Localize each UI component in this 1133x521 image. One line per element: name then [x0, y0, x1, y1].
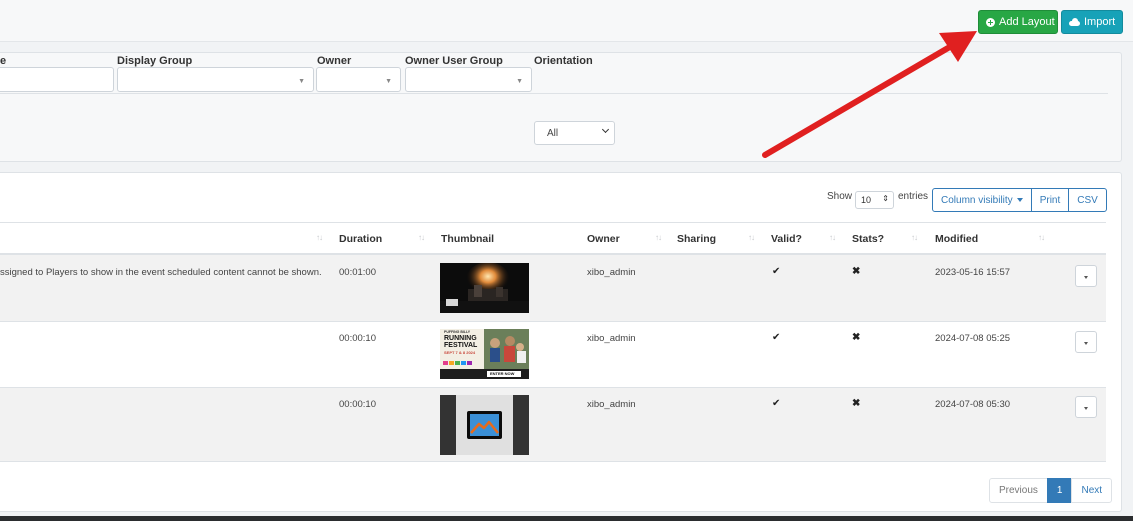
modified-cell: 2024-07-08 05:30	[935, 399, 1011, 410]
orientation-label: Orientation	[534, 55, 593, 67]
owner-cell: xibo_admin	[587, 333, 636, 344]
display-group-label: Display Group	[117, 55, 193, 67]
column-valid[interactable]: Valid?	[771, 233, 802, 245]
plus-circle-icon	[986, 17, 995, 27]
csv-button[interactable]: CSV	[1068, 188, 1107, 212]
entries-label: entries	[898, 191, 929, 202]
name-filter-input[interactable]	[0, 67, 114, 92]
name-filter-label: e	[0, 55, 7, 67]
owner-user-group-select[interactable]: ▼	[405, 67, 532, 92]
stats-cross-icon: ✖	[852, 332, 861, 343]
sort-icon[interactable]: ↑↓	[829, 233, 836, 242]
table-buttons: Column visibility Print CSV	[932, 188, 1107, 212]
table-header: ↑↓ Duration ↑↓ Thumbnail Owner ↑↓ Sharin…	[0, 222, 1106, 255]
valid-check-icon: ✔	[772, 266, 781, 277]
caret-down-icon: ▼	[385, 78, 392, 85]
duration-cell: 00:01:00	[339, 267, 376, 278]
add-layout-button[interactable]: Add Layout	[978, 10, 1058, 34]
duration-cell: 00:00:10	[339, 333, 376, 344]
table-row[interactable]: 00:00:10 PUFFING BILLY RUNNING FESTIVAL …	[0, 322, 1106, 388]
display-group-select[interactable]: ▼	[117, 67, 314, 92]
poster-text-running: RUNNING	[444, 335, 477, 342]
updown-icon: ⇕	[882, 194, 889, 203]
sort-icon[interactable]: ↑↓	[418, 233, 425, 242]
sort-icon[interactable]: ↑↓	[1038, 233, 1045, 242]
print-label: Print	[1039, 194, 1061, 206]
column-stats[interactable]: Stats?	[852, 233, 884, 245]
table-row[interactable]: ssigned to Players to show in the event …	[0, 255, 1106, 322]
page-length-select[interactable]: 10 ⇕	[855, 191, 894, 209]
sort-icon[interactable]: ↑↓	[911, 233, 918, 242]
pagination-next[interactable]: Next	[1071, 478, 1113, 503]
table-row[interactable]: 00:00:10 xibo_admin ✔ ✖ 2024-07-08 05:30	[0, 388, 1106, 462]
caret-down-icon	[1016, 198, 1023, 202]
print-button[interactable]: Print	[1030, 188, 1070, 212]
column-sharing[interactable]: Sharing	[677, 233, 716, 245]
show-label: Show	[827, 191, 853, 202]
concert-photo-thumbnail[interactable]	[440, 263, 529, 313]
valid-check-icon: ✔	[772, 398, 781, 409]
row-actions-dropdown[interactable]	[1075, 265, 1097, 287]
poster-text-small: PUFFING BILLY	[444, 330, 471, 334]
row-actions-dropdown[interactable]	[1075, 396, 1097, 418]
poster-text-enter: ENTER NOW	[490, 371, 515, 376]
stats-cross-icon: ✖	[852, 266, 861, 277]
caret-down-icon: ▼	[298, 78, 305, 85]
modified-cell: 2023-05-16 15:57	[935, 267, 1011, 278]
owner-cell: xibo_admin	[587, 267, 636, 278]
poster-text-dates: SEPT 7 & 8 2024	[444, 350, 476, 355]
owner-select[interactable]: ▼	[316, 67, 401, 92]
row-actions-dropdown[interactable]	[1075, 331, 1097, 353]
import-label: Import	[1084, 16, 1116, 28]
filter-divider	[0, 93, 1108, 94]
chevron-down-icon	[601, 125, 610, 134]
import-button[interactable]: Import	[1061, 10, 1123, 34]
modified-cell: 2024-07-08 05:25	[935, 333, 1011, 344]
pagination-previous[interactable]: Previous	[989, 478, 1048, 503]
owner-filter-label: Owner	[317, 55, 352, 67]
column-duration[interactable]: Duration	[339, 233, 382, 245]
column-modified[interactable]: Modified	[935, 233, 978, 245]
duration-cell: 00:00:10	[339, 399, 376, 410]
add-layout-label: Add Layout	[999, 16, 1055, 28]
cloud-upload-icon	[1069, 18, 1080, 26]
column-visibility-button[interactable]: Column visibility	[932, 188, 1032, 212]
image-placeholder-thumbnail[interactable]	[440, 395, 529, 455]
pagination: Previous 1 Next	[989, 478, 1113, 503]
festival-poster-thumbnail[interactable]: PUFFING BILLY RUNNING FESTIVAL SEPT 7 & …	[440, 329, 529, 379]
stats-cross-icon: ✖	[852, 398, 861, 409]
orientation-value: All	[547, 128, 559, 139]
poster-text-festival: FESTIVAL	[444, 342, 478, 349]
column-thumbnail: Thumbnail	[441, 233, 495, 245]
sort-icon[interactable]: ↑↓	[655, 233, 662, 242]
column-visibility-label: Column visibility	[941, 194, 1013, 206]
top-toolbar	[0, 0, 1133, 42]
column-owner[interactable]: Owner	[587, 233, 620, 245]
sort-icon[interactable]: ↑↓	[316, 233, 323, 242]
orientation-select[interactable]: All	[534, 121, 615, 145]
csv-label: CSV	[1077, 194, 1098, 206]
owner-user-group-label: Owner User Group	[405, 55, 503, 67]
layout-description: ssigned to Players to show in the event …	[0, 267, 322, 278]
caret-down-icon: ▼	[516, 78, 523, 85]
sort-icon[interactable]: ↑↓	[748, 233, 755, 242]
pagination-page-1[interactable]: 1	[1046, 478, 1073, 503]
valid-check-icon: ✔	[772, 332, 781, 343]
bottom-edge-bar	[0, 516, 1133, 521]
owner-cell: xibo_admin	[587, 399, 636, 410]
page-length-value: 10	[861, 195, 872, 205]
